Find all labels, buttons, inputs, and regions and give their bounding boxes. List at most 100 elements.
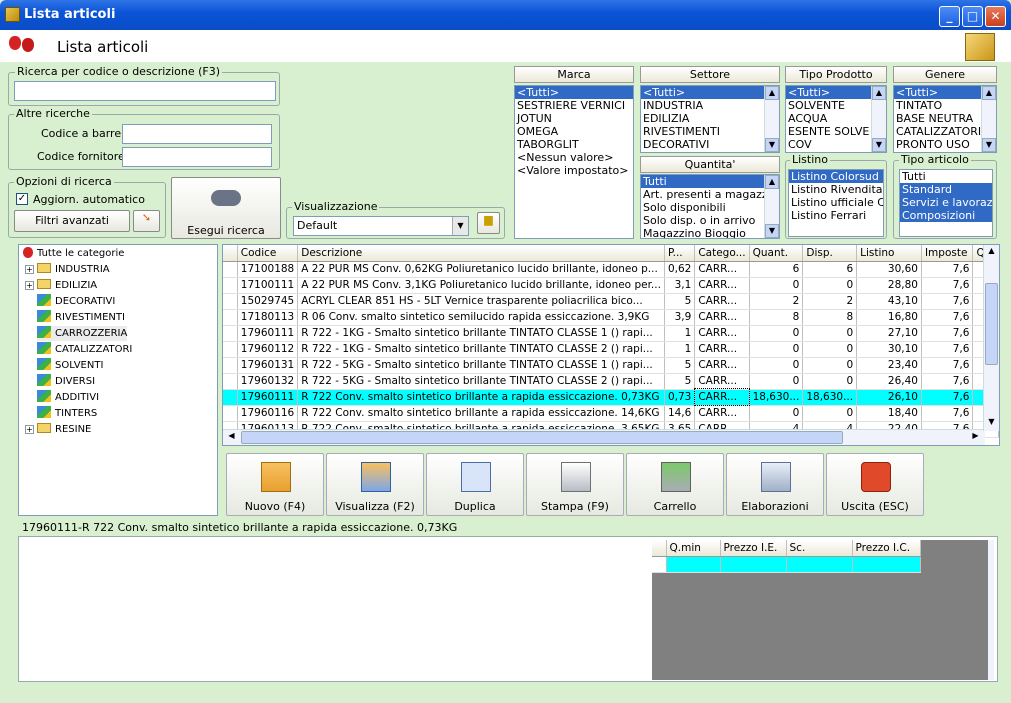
list-item[interactable]: <Tutti> bbox=[515, 86, 633, 99]
list-item[interactable]: Composizioni bbox=[900, 209, 992, 222]
row-indicator[interactable] bbox=[223, 309, 238, 326]
column-header[interactable]: Codice bbox=[237, 245, 299, 262]
advanced-filters-button[interactable]: Filtri avanzati bbox=[14, 210, 130, 232]
table-cell[interactable]: 2 bbox=[749, 293, 804, 310]
quantita-list[interactable]: Tutti Art. presenti a magazzino Solo dis… bbox=[640, 174, 780, 239]
table-cell[interactable]: R 722 Conv. smalto sintetico brillante a… bbox=[297, 389, 665, 406]
scroll-thumb[interactable] bbox=[241, 431, 843, 444]
articles-grid[interactable]: Codice Descrizione P... Catego... Quant.… bbox=[222, 244, 1000, 446]
tree-item-decorativi[interactable]: DECORATIVI bbox=[37, 294, 115, 309]
tree-item-carrozzeria[interactable]: CARROZZERIA bbox=[37, 326, 128, 341]
view-button[interactable]: Visualizza (F2) bbox=[326, 453, 424, 516]
table-cell[interactable]: 18,40 bbox=[856, 405, 922, 422]
chevron-right-icon[interactable]: ▶ bbox=[969, 431, 982, 444]
table-cell[interactable]: 3,9 bbox=[664, 309, 696, 326]
scrollbar[interactable]: ▲ ▼ bbox=[764, 86, 779, 152]
row-indicator[interactable] bbox=[223, 405, 238, 422]
table-cell[interactable]: CARR... bbox=[694, 405, 750, 422]
cart-button[interactable]: Carrello bbox=[626, 453, 724, 516]
barcode-input[interactable] bbox=[122, 124, 272, 144]
table-cell[interactable]: 7,6 bbox=[921, 309, 974, 326]
column-header[interactable]: Prezzo I.C. bbox=[852, 540, 921, 557]
table-cell[interactable]: 7,6 bbox=[921, 389, 974, 406]
table-cell[interactable]: 1 bbox=[664, 325, 696, 342]
table-row[interactable]: 15029745 ACRYL CLEAR 851 HS - 5LT Vernice… bbox=[223, 293, 999, 310]
scrollbar[interactable]: ▲ ▼ bbox=[871, 86, 886, 152]
expand-icon[interactable]: + bbox=[25, 281, 34, 290]
table-cell[interactable]: 16,80 bbox=[856, 309, 922, 326]
list-item[interactable]: Solo disp. o in arrivo bbox=[641, 214, 779, 227]
expand-icon[interactable]: + bbox=[25, 425, 34, 434]
tree-item-resine[interactable]: + RESINE bbox=[25, 422, 91, 437]
folder-icon[interactable]: ▆ bbox=[477, 212, 500, 234]
tipo-prodotto-list[interactable]: <Tutti> SOLVENTE ACQUA ESENTE SOLVE COV … bbox=[785, 85, 887, 153]
table-cell[interactable]: 0,73 bbox=[664, 389, 696, 406]
list-item[interactable]: Solo disponibili bbox=[641, 201, 779, 214]
list-item[interactable]: Listino Ferrari bbox=[789, 209, 883, 222]
listino-list[interactable]: Listino Colorsud Listino Rivendita Listi… bbox=[788, 169, 884, 237]
table-row[interactable]: 17960111 R 722 - 1KG - Smalto sintetico b… bbox=[223, 325, 999, 342]
chevron-down-icon[interactable]: ▼ bbox=[985, 417, 998, 430]
column-header[interactable]: Listino bbox=[856, 245, 922, 262]
table-cell[interactable]: R 722 - 1KG - Smalto sintetico brillante… bbox=[297, 325, 665, 342]
supplier-code-input[interactable] bbox=[122, 147, 272, 167]
tree-item-rivestimenti[interactable]: RIVESTIMENTI bbox=[37, 310, 125, 325]
marca-header[interactable]: Marca bbox=[514, 66, 634, 83]
tree-item-diversi[interactable]: DIVERSI bbox=[37, 374, 95, 389]
table-row[interactable]: 17960111 R 722 Conv. smalto sintetico bri… bbox=[223, 388, 999, 406]
new-button[interactable]: Nuovo (F4) bbox=[226, 453, 324, 516]
scroll-thumb[interactable] bbox=[985, 283, 998, 365]
visualization-select[interactable]: Default ▼ bbox=[293, 216, 469, 236]
column-header[interactable]: Disp. bbox=[802, 245, 858, 262]
column-header[interactable]: Descrizione bbox=[297, 245, 665, 262]
list-item[interactable]: JOTUN bbox=[515, 112, 633, 125]
column-header[interactable]: Quant. bbox=[749, 245, 804, 262]
tree-root[interactable]: Tutte le categorie bbox=[23, 246, 124, 261]
table-cell[interactable]: 26,40 bbox=[856, 373, 922, 390]
scrollbar[interactable] bbox=[988, 540, 994, 680]
marca-list[interactable]: <Tutti> SESTRIERE VERNICI JOTUN OMEGA TA… bbox=[514, 85, 634, 239]
auto-update-checkbox[interactable]: ✓ bbox=[16, 193, 28, 205]
list-item[interactable]: Tutti bbox=[900, 170, 992, 183]
list-item[interactable]: Tutti bbox=[641, 175, 779, 188]
table-cell[interactable]: CARR... bbox=[693, 388, 751, 406]
table-cell[interactable]: R 722 - 5KG - Smalto sintetico brillante… bbox=[297, 373, 665, 390]
list-item[interactable]: SESTRIERE VERNICI bbox=[515, 99, 633, 112]
table-cell[interactable]: CARR... bbox=[694, 293, 750, 310]
table-cell[interactable]: 26,10 bbox=[856, 389, 922, 406]
list-item[interactable]: <Tutti> bbox=[641, 86, 779, 99]
column-header[interactable]: Sc. bbox=[786, 540, 853, 557]
list-item[interactable]: Listino ufficiale CH 2 bbox=[789, 196, 883, 209]
exit-button[interactable]: Uscita (ESC) bbox=[826, 453, 924, 516]
row-indicator[interactable] bbox=[223, 293, 238, 310]
table-cell[interactable]: 17100188 bbox=[237, 261, 299, 278]
list-item[interactable]: EDILIZIA bbox=[641, 112, 779, 125]
table-cell[interactable]: 43,10 bbox=[856, 293, 922, 310]
row-indicator[interactable] bbox=[223, 341, 238, 358]
table-cell[interactable]: 0 bbox=[802, 357, 858, 374]
table-cell[interactable]: R 722 - 1KG - Smalto sintetico brillante… bbox=[297, 341, 665, 358]
table-cell[interactable]: 27,10 bbox=[856, 325, 922, 342]
table-row[interactable]: 17960116 R 722 Conv. smalto sintetico bri… bbox=[223, 405, 999, 422]
table-row[interactable]: 17960131 R 722 - 5KG - Smalto sintetico b… bbox=[223, 357, 999, 374]
table-cell[interactable]: 14,6 bbox=[664, 405, 696, 422]
chevron-left-icon[interactable]: ◀ bbox=[225, 431, 238, 444]
list-item[interactable]: RIVESTIMENTI bbox=[641, 125, 779, 138]
table-cell[interactable]: CARR... bbox=[694, 373, 750, 390]
table-cell[interactable]: 7,6 bbox=[921, 277, 974, 294]
column-header[interactable]: P... bbox=[664, 245, 696, 262]
tree-item-edilizia[interactable]: + EDILIZIA bbox=[25, 278, 97, 293]
table-cell[interactable]: 17100111 bbox=[237, 277, 299, 294]
table-cell[interactable]: A 22 PUR MS Conv. 0,62KG Poliuretanico l… bbox=[297, 261, 665, 278]
tipo-prodotto-header[interactable]: Tipo Prodotto bbox=[785, 66, 887, 83]
row-indicator[interactable] bbox=[223, 261, 238, 278]
scrollbar[interactable]: ▲ ▼ bbox=[764, 175, 779, 238]
table-row[interactable]: 17960112 R 722 - 1KG - Smalto sintetico b… bbox=[223, 341, 999, 358]
tipo-articolo-list[interactable]: Tutti Standard Servizi e lavorazioni Com… bbox=[899, 169, 993, 237]
genere-header[interactable]: Genere bbox=[893, 66, 997, 83]
table-cell[interactable]: 17960111 bbox=[237, 325, 299, 342]
tree-item-additivi[interactable]: ADDITIVI bbox=[37, 390, 99, 405]
table-cell[interactable]: 7,6 bbox=[921, 261, 974, 278]
expand-icon[interactable]: + bbox=[25, 265, 34, 274]
table-cell[interactable]: 7,6 bbox=[921, 357, 974, 374]
